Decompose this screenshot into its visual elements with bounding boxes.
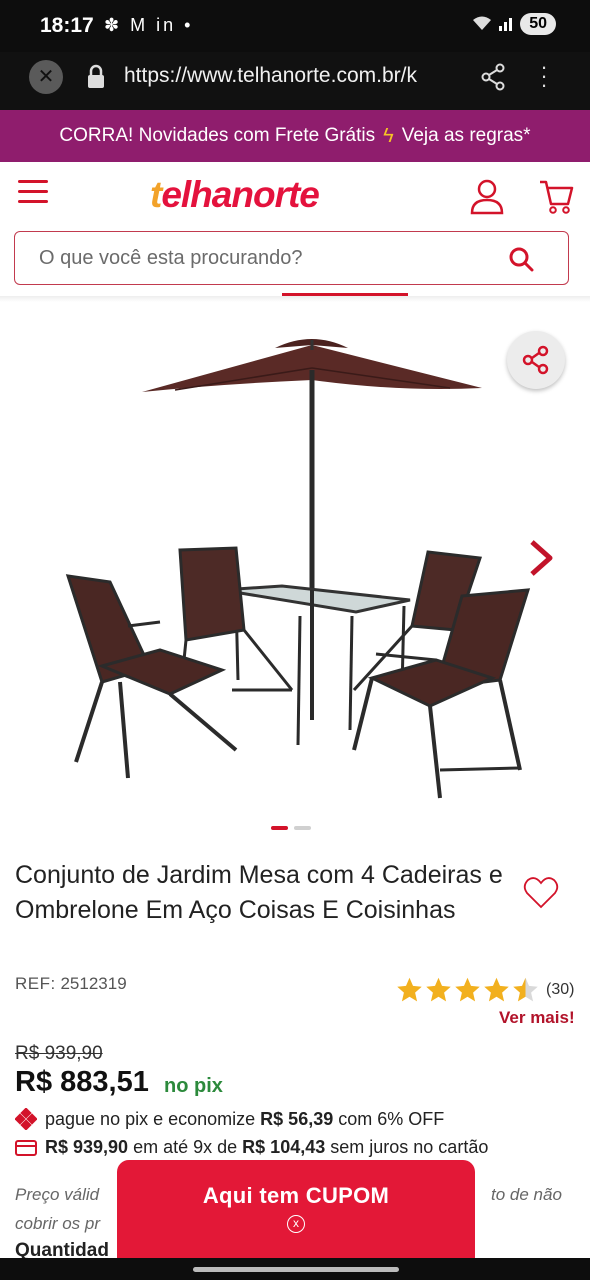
gesture-nav-bar	[0, 1258, 590, 1280]
gallery-pagination	[271, 826, 311, 830]
star-icon	[513, 977, 538, 1002]
hamburger-menu-icon[interactable]	[18, 180, 48, 210]
browser-url-bar: ✕ https://www.telhanorte.com.br/k · · ·	[0, 52, 590, 110]
lock-icon	[88, 64, 104, 88]
old-price: R$ 939,90	[15, 1043, 103, 1064]
price-suffix: no pix	[164, 1075, 223, 1097]
promo-text: CORRA! Novidades com Frete Grátis	[59, 125, 376, 146]
site-logo[interactable]: telhanorte	[150, 174, 320, 216]
signal-icon	[499, 18, 513, 31]
gallery-dot[interactable]	[294, 826, 311, 830]
product-image[interactable]	[0, 310, 590, 810]
star-icon	[426, 977, 451, 1002]
favorite-heart-icon[interactable]	[523, 876, 559, 910]
status-time: 18:17	[40, 14, 94, 37]
see-more-link[interactable]: Ver mais!	[499, 1008, 575, 1028]
card-installments-line: R$ 939,90 em até 9x de R$ 104,43 sem jur…	[15, 1137, 488, 1158]
promo-banner[interactable]: CORRA! Novidades com Frete Grátis ϟ Veja…	[0, 110, 590, 162]
site-header: telhanorte	[0, 162, 590, 232]
stars-group	[395, 976, 540, 1004]
status-bar: 18:17 ✽ M in • 50	[0, 0, 590, 52]
clipped-link-underline	[282, 293, 408, 296]
shopping-cart-icon[interactable]	[538, 178, 574, 216]
pix-savings-line: pague no pix e economize R$ 56,39 com 6%…	[15, 1108, 444, 1130]
search-input[interactable]	[39, 244, 479, 272]
star-icon	[397, 977, 422, 1002]
credit-card-icon	[15, 1139, 37, 1156]
lightning-icon: ϟ	[383, 124, 394, 147]
share-icon	[522, 345, 549, 375]
rating-stars[interactable]: (30)	[395, 976, 574, 1004]
promo-rules-link[interactable]: Veja as regras*	[402, 125, 531, 147]
pix-icon	[15, 1108, 37, 1130]
notification-icons: ✽ M in •	[104, 15, 194, 35]
search-icon[interactable]	[508, 246, 534, 272]
star-icon	[484, 977, 509, 1002]
url-text[interactable]: https://www.telhanorte.com.br/k	[124, 64, 459, 88]
share-product-button[interactable]	[507, 331, 565, 389]
product-ref: REF: 2512319	[15, 974, 127, 993]
next-image-arrow-icon[interactable]	[526, 538, 556, 578]
battery-indicator: 50	[520, 13, 556, 35]
coupon-popup[interactable]: Aqui tem CUPOM x	[117, 1160, 475, 1260]
gallery-dot[interactable]	[271, 826, 288, 830]
more-vert-icon[interactable]: · · ·	[536, 56, 552, 96]
status-indicators: 50	[472, 13, 556, 35]
product-title: Conjunto de Jardim Mesa com 4 Cadeiras e…	[15, 861, 503, 924]
wifi-icon	[473, 16, 492, 30]
home-gesture-pill[interactable]	[193, 1267, 399, 1272]
rating-count: (30)	[546, 981, 575, 998]
current-price: R$ 883,51	[15, 1066, 149, 1098]
search-box	[14, 231, 569, 285]
star-icon	[455, 977, 480, 1002]
share-icon[interactable]	[480, 63, 506, 91]
coupon-label: Aqui tem CUPOM	[202, 1183, 390, 1208]
close-coupon-icon[interactable]: x	[287, 1215, 305, 1233]
user-account-icon[interactable]	[469, 178, 509, 216]
header-divider	[0, 296, 590, 302]
close-icon[interactable]: ✕	[29, 60, 63, 94]
